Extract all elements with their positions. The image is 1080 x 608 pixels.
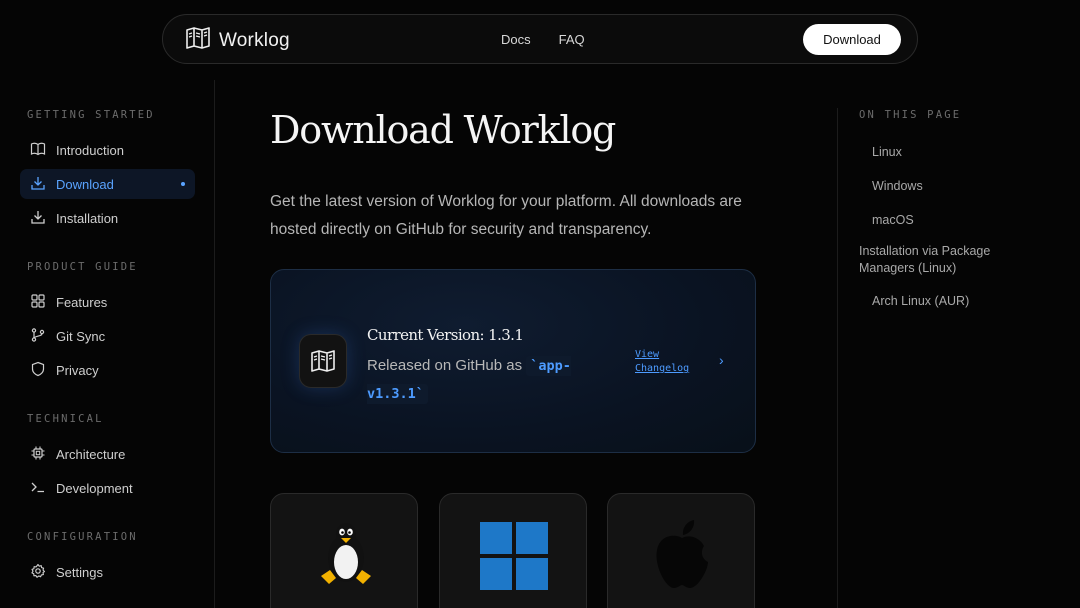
sidebar-section-getting-started: GETTING STARTED xyxy=(27,109,155,121)
toc-item-macos[interactable]: macOS xyxy=(872,212,914,229)
sidebar-item-label: Download xyxy=(56,176,114,192)
sidebar-item-settings[interactable]: Settings xyxy=(20,557,195,587)
sidebar-item-introduction[interactable]: Introduction xyxy=(20,135,195,165)
platform-card-windows[interactable] xyxy=(439,493,587,608)
apple-icon xyxy=(656,520,708,588)
sidebar-section-product-guide: PRODUCT GUIDE xyxy=(27,261,138,273)
gear-icon xyxy=(30,563,46,582)
nav-faq-link[interactable]: FAQ xyxy=(559,32,585,47)
sidebar-item-label: Development xyxy=(56,480,133,496)
page-title: Download Worklog xyxy=(270,108,616,152)
current-version-title: Current Version: 1.3.1 xyxy=(367,326,524,344)
nav-docs-link[interactable]: Docs xyxy=(501,32,531,47)
brand-logo-link[interactable]: Worklog xyxy=(185,27,290,54)
shield-icon xyxy=(30,361,46,380)
windows-icon xyxy=(480,522,548,590)
chevron-right-icon[interactable]: › xyxy=(719,352,724,368)
page-intro-text: Get the latest version of Worklog for yo… xyxy=(270,193,742,238)
sidebar-section-technical: TECHNICAL xyxy=(27,413,104,425)
release-info: Released on GitHub as `app-v1.3.1` xyxy=(367,352,597,408)
toc-item-arch-linux[interactable]: Arch Linux (AUR) xyxy=(872,293,969,310)
sidebar-item-download[interactable]: Download xyxy=(20,169,195,199)
toc-item-package-managers[interactable]: Installation via Package Managers (Linux… xyxy=(859,243,1009,277)
toc-item-windows[interactable]: Windows xyxy=(872,178,923,195)
book-icon xyxy=(30,141,46,160)
top-nav: Docs FAQ xyxy=(501,32,585,47)
sidebar-item-label: Privacy xyxy=(56,362,99,378)
toc-item-linux[interactable]: Linux xyxy=(872,144,902,161)
sidebar-item-label: Installation xyxy=(56,210,119,226)
terminal-icon xyxy=(30,479,46,498)
grid-icon xyxy=(30,293,46,312)
chip-icon xyxy=(30,445,46,464)
sidebar-item-installation[interactable]: Installation xyxy=(20,203,195,233)
top-navbar: Worklog Docs FAQ Download xyxy=(162,14,918,64)
on-this-page-toc: ON THIS PAGE Linux Windows macOS Install… xyxy=(837,108,1037,608)
platform-card-macos[interactable] xyxy=(607,493,755,608)
sidebar-item-label: Git Sync xyxy=(56,328,106,344)
sidebar-item-label: Settings xyxy=(56,564,103,580)
platform-card-linux[interactable] xyxy=(270,493,418,608)
download-icon xyxy=(30,175,46,194)
sidebar-item-git-sync[interactable]: Git Sync xyxy=(20,321,195,351)
sidebar-item-architecture[interactable]: Architecture xyxy=(20,439,195,469)
toc-title: ON THIS PAGE xyxy=(859,109,962,121)
active-indicator-dot xyxy=(181,182,185,186)
sidebar-item-label: Introduction xyxy=(56,142,124,158)
view-changelog-link[interactable]: View Changelog xyxy=(635,348,705,376)
worklog-app-icon xyxy=(299,334,347,388)
linux-tux-icon xyxy=(321,523,371,584)
header-download-button[interactable]: Download xyxy=(803,24,901,55)
sidebar-item-label: Features xyxy=(56,294,108,310)
sidebar-item-label: Architecture xyxy=(56,446,126,462)
git-branch-icon xyxy=(30,327,46,346)
worklog-logo-icon xyxy=(185,27,211,54)
release-prefix-text: Released on GitHub as xyxy=(367,357,527,374)
brand-name: Worklog xyxy=(219,29,290,51)
sidebar-item-features[interactable]: Features xyxy=(20,287,195,317)
install-icon xyxy=(30,209,46,228)
sidebar-section-configuration: CONFIGURATION xyxy=(27,531,138,543)
sidebar-item-privacy[interactable]: Privacy xyxy=(20,355,195,385)
sidebar-item-development[interactable]: Development xyxy=(20,473,195,503)
sidebar: GETTING STARTED Introduction Download In… xyxy=(0,80,215,608)
current-version-card: Current Version: 1.3.1 Released on GitHu… xyxy=(270,269,756,453)
